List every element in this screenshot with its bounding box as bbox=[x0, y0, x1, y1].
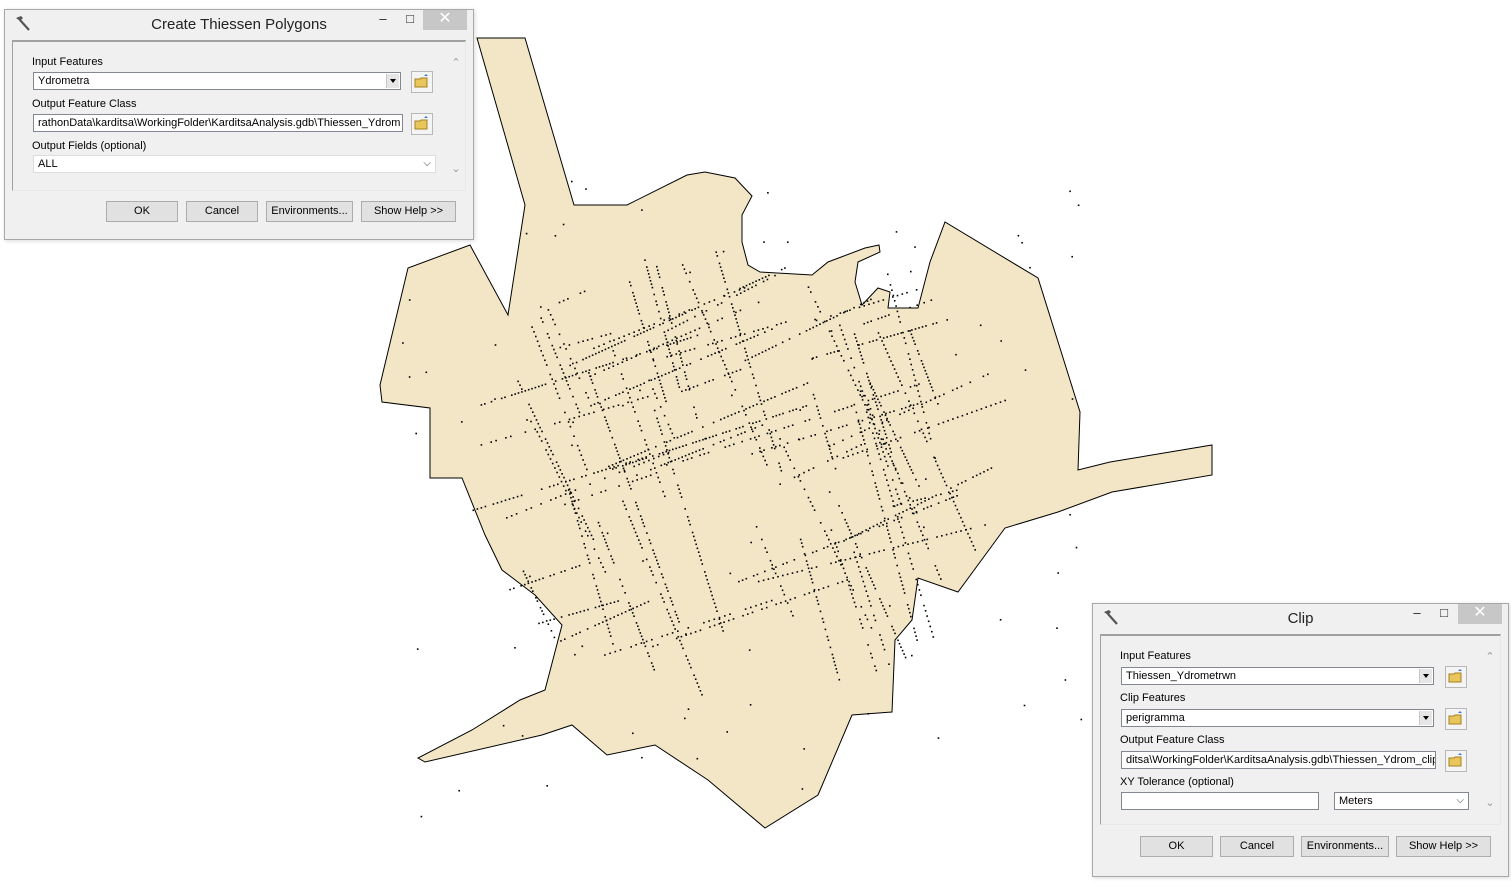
dialog-titlebar[interactable]: Create Thiessen Polygons – □ ✕ bbox=[5, 10, 473, 38]
clip-dialog: Clip – □ ✕ ⌃ ⌄ Input Features Thiessen_Y… bbox=[1092, 603, 1509, 877]
browse-folder-button[interactable] bbox=[411, 113, 433, 135]
dropdown-arrow-icon[interactable] bbox=[386, 74, 399, 88]
output-feature-class-input[interactable]: rathonData\karditsa\WorkingFolder\Kardit… bbox=[33, 114, 403, 132]
close-button[interactable]: ✕ bbox=[1458, 604, 1502, 624]
input-features-label: Input Features bbox=[32, 56, 103, 68]
clip-features-combobox[interactable]: perigramma bbox=[1121, 709, 1434, 727]
city-boundary-polygon bbox=[379, 37, 1213, 829]
maximize-button[interactable]: □ bbox=[398, 10, 422, 30]
output-feature-class-label: Output Feature Class bbox=[32, 98, 137, 110]
output-fields-label: Output Fields (optional) bbox=[32, 140, 147, 152]
scroll-down-icon[interactable]: ⌄ bbox=[1483, 796, 1497, 810]
input-features-value: Ydrometra bbox=[38, 75, 90, 87]
input-features-combobox[interactable]: Ydrometra bbox=[33, 72, 401, 90]
folder-icon bbox=[1448, 753, 1462, 767]
minimize-button[interactable]: – bbox=[371, 10, 395, 30]
folder-icon bbox=[1448, 669, 1462, 683]
environments-button[interactable]: Environments... bbox=[266, 201, 353, 222]
dropdown-arrow-icon[interactable] bbox=[1419, 711, 1432, 725]
output-fields-value: ALL bbox=[38, 158, 58, 170]
parameters-panel: ⌃ ⌄ Input Features Ydrometra Output Feat… bbox=[12, 40, 466, 191]
close-button[interactable]: ✕ bbox=[423, 10, 467, 30]
output-feature-class-value: ditsa\WorkingFolder\KarditsaAnalysis.gdb… bbox=[1126, 754, 1436, 766]
browse-folder-button[interactable] bbox=[1445, 666, 1467, 688]
ok-button[interactable]: OK bbox=[106, 201, 178, 222]
folder-icon bbox=[414, 116, 428, 130]
show-help-button[interactable]: Show Help >> bbox=[1396, 836, 1491, 857]
cancel-button[interactable]: Cancel bbox=[1220, 836, 1294, 857]
parameters-panel: ⌃ ⌄ Input Features Thiessen_Ydrometrwn C… bbox=[1100, 634, 1501, 825]
scroll-up-icon[interactable]: ⌃ bbox=[1483, 650, 1497, 664]
show-help-button[interactable]: Show Help >> bbox=[361, 201, 456, 222]
output-feature-class-value: rathonData\karditsa\WorkingFolder\Kardit… bbox=[38, 117, 401, 129]
dropdown-arrow-icon[interactable] bbox=[1419, 669, 1432, 683]
environments-button[interactable]: Environments... bbox=[1301, 836, 1389, 857]
output-feature-class-label: Output Feature Class bbox=[1120, 734, 1225, 746]
output-fields-select[interactable]: ALL bbox=[33, 155, 436, 173]
clip-features-value: perigramma bbox=[1126, 712, 1185, 724]
folder-icon bbox=[414, 74, 428, 88]
maximize-button[interactable]: □ bbox=[1432, 604, 1456, 624]
input-features-value: Thiessen_Ydrometrwn bbox=[1126, 670, 1237, 682]
cancel-button[interactable]: Cancel bbox=[186, 201, 258, 222]
output-feature-class-input[interactable]: ditsa\WorkingFolder\KarditsaAnalysis.gdb… bbox=[1121, 751, 1436, 769]
ok-button[interactable]: OK bbox=[1140, 836, 1213, 857]
units-value: Meters bbox=[1339, 795, 1373, 807]
minimize-button[interactable]: – bbox=[1405, 604, 1429, 624]
xy-tolerance-label: XY Tolerance (optional) bbox=[1120, 776, 1234, 788]
browse-folder-button[interactable] bbox=[1445, 708, 1467, 730]
scroll-up-icon[interactable]: ⌃ bbox=[449, 56, 463, 70]
units-select[interactable]: Meters bbox=[1334, 792, 1469, 810]
browse-folder-button[interactable] bbox=[411, 71, 433, 93]
xy-tolerance-input[interactable] bbox=[1121, 792, 1319, 810]
input-features-label: Input Features bbox=[1120, 650, 1191, 662]
dialog-titlebar[interactable]: Clip – □ ✕ bbox=[1093, 604, 1508, 632]
clip-features-label: Clip Features bbox=[1120, 692, 1186, 704]
scroll-down-icon[interactable]: ⌄ bbox=[449, 162, 463, 176]
folder-icon bbox=[1448, 711, 1462, 725]
browse-folder-button[interactable] bbox=[1445, 750, 1467, 772]
create-thiessen-polygons-dialog: Create Thiessen Polygons – □ ✕ ⌃ ⌄ Input… bbox=[4, 9, 474, 240]
input-features-combobox[interactable]: Thiessen_Ydrometrwn bbox=[1121, 667, 1434, 685]
